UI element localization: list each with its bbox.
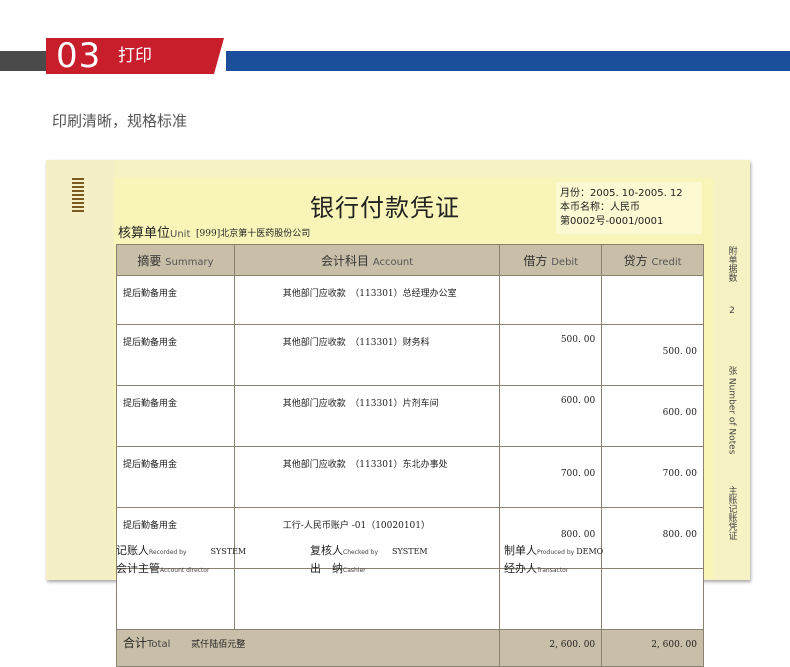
table-row: 提后勤备用金 其他部门应收款 （113301）财务科 500. 00 500. … xyxy=(116,324,704,386)
recorded-label: 记账人 xyxy=(116,544,149,557)
col-credit-cn: 贷方 xyxy=(623,253,648,268)
table-header-row: 摘要 Summary 会计科目 Account 借方 Debit 贷方 Cred… xyxy=(116,244,704,276)
stub-print-mark xyxy=(74,240,82,540)
director-label: 会计主管 xyxy=(116,562,160,575)
row-account xyxy=(233,568,501,630)
transactor-label: 经办人 xyxy=(504,562,537,575)
voucher-main: 银行付款凭证 核算单位Unit [999]北京第十医药股份公司 月份：2005.… xyxy=(114,178,714,667)
unit-label-en: Unit xyxy=(170,229,191,240)
side-notes-label: 张 Number of Notes xyxy=(714,366,750,454)
col-summary-en: Summary xyxy=(165,256,214,268)
row-credit xyxy=(601,568,704,630)
col-account: 会计科目 Account xyxy=(233,244,501,276)
table-row: 提后勤备用金 其他部门应收款 （113301）片剂车间 600. 00 600.… xyxy=(116,385,704,447)
header-blue-bar xyxy=(226,51,790,71)
section-subtitle: 印刷清晰，规格标准 xyxy=(52,112,188,130)
table-row: 提后勤备用金 其他部门应收款 （113301）东北办事处 700. 00 700… xyxy=(116,446,704,508)
cashier-label-en: Cashier xyxy=(343,567,366,574)
transactor: 经办人Transactor xyxy=(504,560,568,576)
col-debit-en: Debit xyxy=(551,256,579,268)
produced-by: 制单人Produced by DEMO xyxy=(504,542,603,558)
col-debit: 借方 Debit xyxy=(499,244,603,276)
table-row: 提后勤备用金 其他部门应收款 （113301）总经理办公室 xyxy=(116,275,704,325)
total-label-cn: 合计 xyxy=(123,636,148,650)
voucher-title: 银行付款凭证 xyxy=(310,194,460,222)
section-header: 03 打印 xyxy=(0,36,790,76)
unit-value: [999]北京第十医药股份公司 xyxy=(196,229,311,239)
voucher-month: 月份：2005. 10-2005. 12 xyxy=(560,188,683,199)
row-credit xyxy=(601,275,704,325)
side-type-text: 主账记账凭证 xyxy=(726,486,737,540)
voucher-sheet: 银行付款凭证 核算单位Unit [999]北京第十医药股份公司 月份：2005.… xyxy=(46,160,750,667)
row-summary: 提后勤备用金 xyxy=(116,385,235,447)
header-grey-bar xyxy=(0,51,46,71)
voucher-table: 摘要 Summary 会计科目 Account 借方 Debit 贷方 Cred… xyxy=(115,244,704,667)
row-debit xyxy=(499,275,603,325)
row-account: 工行-人民币账户 -01（10020101） xyxy=(233,507,501,569)
voucher-currency: 本币名称：人民币 xyxy=(560,202,640,213)
row-credit: 600. 00 xyxy=(601,385,704,447)
cashier: 出 纳Cashier xyxy=(310,560,366,576)
voucher-info-box: 月份：2005. 10-2005. 12 本币名称：人民币 第0002号-000… xyxy=(556,182,702,234)
cashier-label: 出 纳 xyxy=(310,562,343,575)
col-summary: 摘要 Summary xyxy=(116,244,235,276)
row-credit: 800. 00 xyxy=(601,507,704,569)
row-summary: 提后勤备用金 xyxy=(116,275,235,325)
unit-label-cn: 核算单位 xyxy=(118,226,171,241)
total-label-cell: 合计Total 贰仟陆佰元整 xyxy=(115,629,501,667)
row-debit: 700. 00 xyxy=(499,446,603,508)
director-label-en: Account director xyxy=(160,567,210,574)
col-account-en: Account xyxy=(372,256,414,268)
row-summary: 提后勤备用金 xyxy=(116,324,235,386)
checked-label-en: Checked by xyxy=(343,549,379,556)
checked-by: 复核人Checked by SYSTEM xyxy=(310,542,428,558)
total-in-words: 贰仟陆佰元整 xyxy=(191,640,246,650)
side-attach-text: 附单据数 xyxy=(726,246,737,282)
total-debit: 2, 600. 00 xyxy=(499,629,603,667)
row-account: 其他部门应收款 （113301）财务科 xyxy=(233,324,501,386)
side-count: 2 xyxy=(729,306,735,316)
col-account-cn: 会计科目 xyxy=(320,253,369,268)
side-notes-text: 张 Number of Notes xyxy=(726,366,737,455)
header-red-tail xyxy=(214,38,224,74)
side-voucher-type: 主账记账凭证 xyxy=(714,486,750,540)
row-debit: 600. 00 xyxy=(499,385,603,447)
checked-value: SYSTEM xyxy=(392,547,428,556)
side-attach-label: 附单据数 xyxy=(714,246,750,282)
recorded-label-en: Recorded by xyxy=(149,549,187,556)
col-summary-cn: 摘要 xyxy=(137,253,162,268)
row-summary xyxy=(116,568,235,630)
voucher-stub xyxy=(46,160,114,580)
total-label: 合计Total xyxy=(123,636,170,650)
row-debit: 500. 00 xyxy=(499,324,603,386)
checked-label: 复核人 xyxy=(310,544,343,557)
account-director: 会计主管Account director xyxy=(116,560,209,576)
row-account: 其他部门应收款 （113301）总经理办公室 xyxy=(233,275,501,325)
total-credit: 2, 600. 00 xyxy=(601,629,704,667)
section-label: 打印 xyxy=(118,46,152,66)
total-label-en: Total xyxy=(147,639,171,650)
recorded-by: 记账人Recorded by SYSTEM xyxy=(116,542,246,558)
barcode-icon xyxy=(72,178,84,212)
col-debit-cn: 借方 xyxy=(523,253,548,268)
table-row xyxy=(116,568,704,630)
produced-value: DEMO xyxy=(576,547,604,556)
row-debit xyxy=(499,568,603,630)
row-account: 其他部门应收款 （113301）东北办事处 xyxy=(233,446,501,508)
unit-label: 核算单位Unit xyxy=(118,222,190,241)
row-summary: 提后勤备用金 xyxy=(116,446,235,508)
row-account: 其他部门应收款 （113301）片剂车间 xyxy=(233,385,501,447)
produced-label-en: Produced by xyxy=(537,549,575,556)
recorded-value: SYSTEM xyxy=(210,547,247,556)
row-credit: 700. 00 xyxy=(601,446,704,508)
col-credit-en: Credit xyxy=(651,256,682,268)
produced-label: 制单人 xyxy=(504,544,537,557)
voucher-number: 第0002号-0001/0001 xyxy=(560,216,664,227)
row-credit: 500. 00 xyxy=(601,324,704,386)
transactor-label-en: Transactor xyxy=(537,567,569,574)
total-row: 合计Total 贰仟陆佰元整 2, 600. 00 2, 600. 00 xyxy=(115,629,704,667)
section-number: 03 xyxy=(56,36,102,76)
col-credit: 贷方 Credit xyxy=(601,244,704,276)
